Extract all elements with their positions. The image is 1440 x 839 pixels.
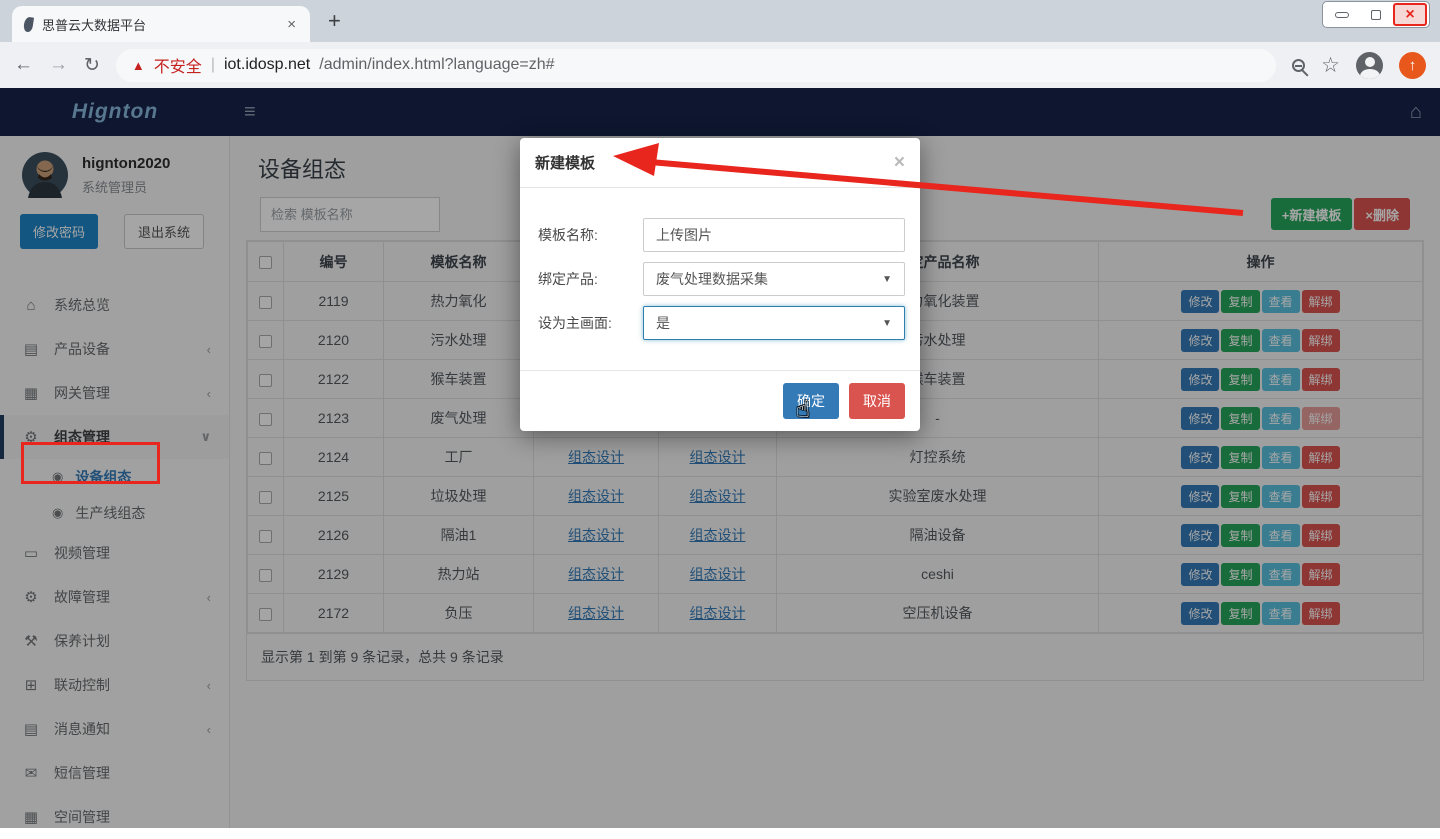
url-path: /admin/index.html?language=zh# — [319, 56, 554, 74]
zoom-icon[interactable] — [1292, 59, 1305, 72]
tab-title: 思普云大数据平台 — [42, 15, 276, 34]
browser-tab[interactable]: 思普云大数据平台 × — [12, 6, 310, 42]
bind-product-label: 绑定产品: — [538, 269, 643, 289]
cancel-button[interactable]: 取消 — [849, 383, 905, 419]
restore-icon — [1371, 10, 1381, 20]
forward-icon[interactable]: → — [49, 54, 68, 76]
site-favicon-icon — [23, 16, 34, 32]
minimize-icon — [1335, 12, 1349, 18]
tab-close-icon[interactable]: × — [285, 16, 298, 33]
main-screen-select[interactable]: 是 ▼ — [643, 306, 905, 340]
address-bar[interactable]: ▲ 不安全 | iot.idosp.net /admin/index.html?… — [116, 49, 1276, 82]
window-controls: × — [1322, 1, 1430, 28]
template-name-label: 模板名称: — [538, 225, 643, 245]
close-icon: × — [1405, 7, 1414, 23]
tab-strip: 思普云大数据平台 × + × — [0, 0, 1440, 42]
main-screen-label: 设为主画面: — [538, 313, 643, 333]
modal-close-icon[interactable]: × — [894, 153, 905, 172]
template-name-input[interactable] — [643, 218, 905, 252]
browser-chrome: 思普云大数据平台 × + × ← → ↻ ▲ 不安全 | iot.idosp.n… — [0, 0, 1440, 88]
back-icon[interactable]: ← — [14, 54, 33, 76]
modal-title: 新建模板 — [535, 152, 595, 173]
browser-update-icon[interactable]: ↑ — [1399, 52, 1426, 79]
close-window-button[interactable]: × — [1393, 3, 1427, 26]
caret-down-icon: ▼ — [882, 274, 892, 285]
bookmark-star-icon[interactable]: ☆ — [1321, 53, 1340, 78]
restore-button[interactable] — [1359, 3, 1393, 26]
browser-profile-avatar[interactable] — [1356, 52, 1383, 79]
insecure-warning-icon: ▲ — [132, 59, 145, 72]
url-domain: iot.idosp.net — [224, 56, 310, 74]
url-separator: | — [211, 56, 215, 74]
minimize-button[interactable] — [1325, 3, 1359, 26]
confirm-button[interactable]: 确定 — [783, 383, 839, 419]
browser-toolbar: ← → ↻ ▲ 不安全 | iot.idosp.net /admin/index… — [0, 42, 1440, 88]
new-template-modal: 新建模板 × 模板名称: 绑定产品: 废气处理数据采集 ▼ 设为主画面: 是 ▼… — [520, 138, 920, 431]
bind-product-select[interactable]: 废气处理数据采集 ▼ — [643, 262, 905, 296]
reload-icon[interactable]: ↻ — [84, 54, 100, 77]
caret-down-icon: ▼ — [882, 318, 892, 329]
insecure-warning-label[interactable]: 不安全 — [154, 53, 202, 77]
new-tab-button[interactable]: + — [328, 8, 341, 34]
